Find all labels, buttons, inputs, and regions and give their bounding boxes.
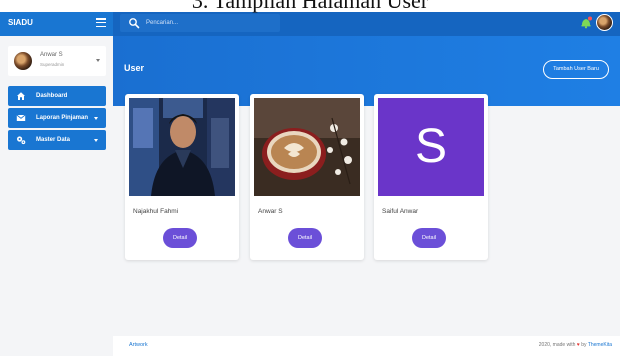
profile-role: Superadmin [40, 62, 65, 67]
search-icon [129, 18, 140, 29]
search-box[interactable]: Pencarian... [120, 14, 280, 32]
page-caption: 3. Tampilan Halaman User [0, 0, 620, 12]
home-icon [17, 92, 25, 100]
sidebar-item-label: Dashboard [36, 93, 68, 99]
user-card: S Saiful Anwar Detail [374, 94, 488, 260]
user-card: Najakhul Fahmi Detail [125, 94, 239, 260]
gears-icon [17, 136, 26, 145]
detail-button[interactable]: Detail [288, 228, 322, 248]
heart-icon: ♥ [576, 342, 580, 348]
user-avatar[interactable] [596, 14, 613, 31]
profile-name: Anwar S [40, 52, 63, 58]
profile-avatar [14, 52, 32, 70]
footer-link[interactable]: Artwork [129, 342, 148, 348]
user-name: Saiful Anwar [382, 208, 419, 215]
sidebar-item-label: Master Data [36, 137, 71, 143]
sidebar-profile[interactable]: Anwar S Superadmin [8, 46, 106, 76]
detail-button[interactable]: Detail [163, 228, 197, 248]
detail-button[interactable]: Detail [412, 228, 446, 248]
footer-brand-link[interactable]: ThemeKita [588, 342, 612, 348]
letter-avatar: S [378, 98, 484, 196]
footer-by-text: by [581, 342, 587, 348]
footer-credit: 2020, made with ♥ by ThemeKita [539, 342, 612, 348]
app-window: SIADU Pencarian... Anwar S Superadmin Da… [0, 10, 620, 356]
user-card: Anwar S Detail [250, 94, 364, 260]
chevron-down-icon [94, 117, 98, 120]
top-navbar: SIADU Pencarian... [0, 10, 620, 36]
page-title: User [124, 63, 145, 73]
mail-icon [16, 114, 26, 121]
user-name: Najakhul Fahmi [133, 208, 179, 215]
sidebar: Anwar S Superadmin Dashboard Laporan Pin… [0, 36, 113, 356]
user-name: Anwar S [258, 208, 283, 215]
user-photo [254, 98, 360, 196]
user-photo: S [378, 98, 484, 196]
add-user-button[interactable]: Tambah User Baru [543, 60, 609, 79]
chevron-down-icon[interactable] [96, 59, 100, 62]
chevron-down-icon [94, 139, 98, 142]
footer-credit-text: 2020, made with [538, 342, 576, 348]
footer: Artwork 2020, made with ♥ by ThemeKita [113, 336, 620, 356]
sidebar-item-label: Laporan Pinjaman [36, 115, 89, 121]
bell-icon[interactable] [579, 15, 593, 29]
user-photo [129, 98, 235, 196]
search-input[interactable]: Pencarian... [146, 14, 178, 32]
sidebar-item-dashboard[interactable]: Dashboard [8, 86, 106, 106]
hamburger-menu-icon[interactable] [96, 18, 106, 28]
sidebar-item-master-data[interactable]: Master Data [8, 130, 106, 150]
sidebar-item-laporan-pinjaman[interactable]: Laporan Pinjaman [8, 108, 106, 128]
